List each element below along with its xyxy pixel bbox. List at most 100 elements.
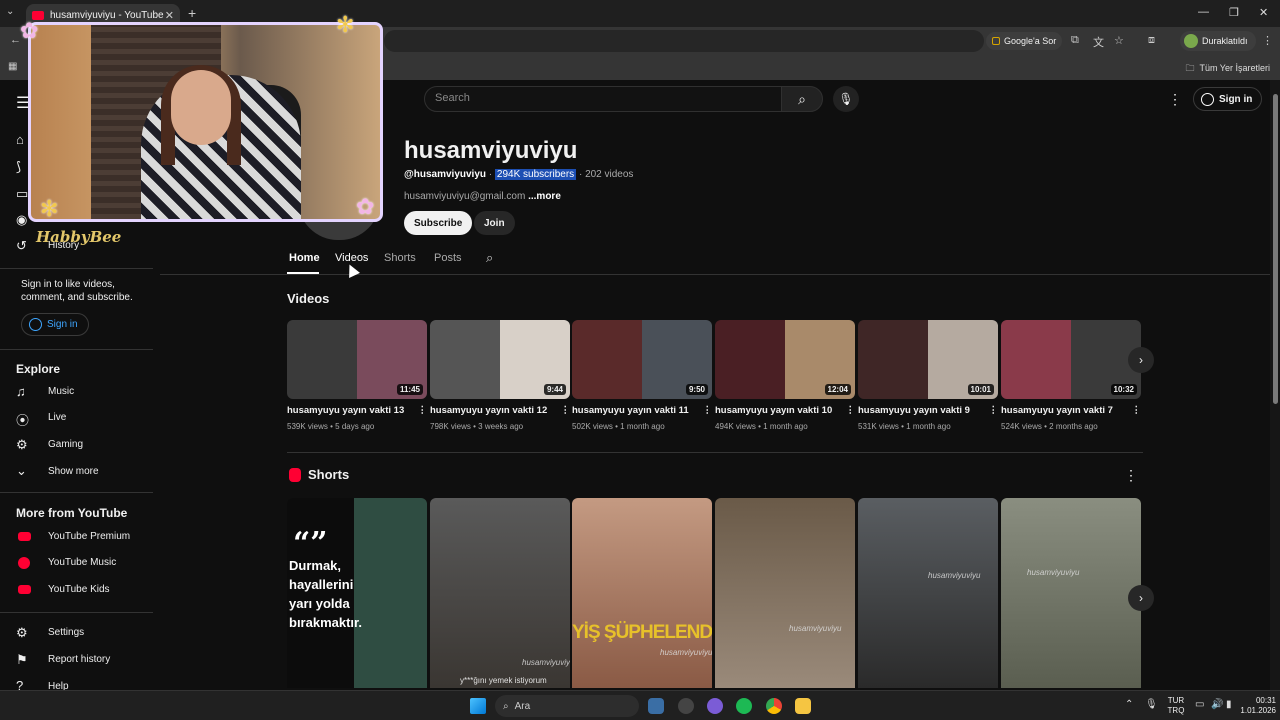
video-card[interactable]: 10:32 husamyuyu yayın vakti 7 ⋮ 524K view…: [1001, 320, 1141, 431]
maximize-button[interactable]: ❐: [1229, 6, 1239, 19]
short-card[interactable]: husamviyuviyu: [715, 498, 855, 688]
ask-google-button[interactable]: Google'a Sor: [986, 32, 1063, 50]
video-thumbnail[interactable]: 10:01: [858, 320, 998, 399]
app-icon[interactable]: [648, 698, 664, 714]
short-card[interactable]: husamviyuviyu: [1001, 498, 1141, 688]
live-icon[interactable]: ⦿: [16, 410, 29, 429]
search-input[interactable]: Search: [424, 86, 782, 112]
video-title[interactable]: husamyuyu yayın vakti 13: [287, 405, 404, 416]
clock[interactable]: 00:31 1.01.2026: [1228, 696, 1276, 716]
file-explorer-icon[interactable]: [795, 698, 811, 714]
video-thumbnail[interactable]: 11:45: [287, 320, 427, 399]
sidebar-item-live[interactable]: Live: [48, 412, 66, 423]
video-card[interactable]: 9:44 husamyuyu yayın vakti 12 ⋮ 798K view…: [430, 320, 570, 431]
scrollbar-thumb[interactable]: [1273, 94, 1278, 404]
omnibox[interactable]: [384, 30, 984, 52]
youtube-music-icon[interactable]: [18, 557, 30, 569]
tab-shorts[interactable]: Shorts: [384, 252, 416, 264]
keyboard-language[interactable]: TUR TRQ: [1166, 696, 1186, 716]
spotify-icon[interactable]: [736, 698, 752, 714]
shorts-menu-icon[interactable]: ⋮: [1124, 467, 1138, 484]
translate-icon[interactable]: 文: [1093, 34, 1104, 50]
taskbar-search[interactable]: ⌕ Ara: [495, 695, 639, 717]
volume-icon[interactable]: 🔊: [1211, 699, 1223, 710]
extensions-icon[interactable]: ⧈: [1148, 34, 1155, 47]
tab-home[interactable]: Home: [289, 252, 320, 264]
app-icon[interactable]: [707, 698, 723, 714]
shorts-section-title[interactable]: Shorts: [308, 467, 349, 482]
tab-close-icon[interactable]: ✕: [165, 9, 174, 22]
short-card[interactable]: husamviyuviyu y***ğını yemek istiyorum: [430, 498, 570, 688]
sign-in-button[interactable]: Sign in: [1193, 87, 1263, 111]
settings-gear-icon[interactable]: ⚙: [16, 625, 28, 641]
video-menu-icon[interactable]: ⋮: [1132, 405, 1142, 416]
video-thumbnail[interactable]: 10:32: [1001, 320, 1141, 399]
minimize-button[interactable]: —: [1198, 6, 1209, 18]
app-icon[interactable]: [678, 698, 694, 714]
video-card[interactable]: 11:45 husamyuyu yayın vakti 13 ⋮ 539K vie…: [287, 320, 427, 431]
video-title[interactable]: husamyuyu yayın vakti 7: [1001, 405, 1113, 416]
chrome-icon[interactable]: [766, 698, 782, 714]
video-menu-icon[interactable]: ⋮: [989, 405, 999, 416]
video-card[interactable]: 10:01 husamyuyu yayın vakti 9 ⋮ 531K view…: [858, 320, 998, 431]
sidebar-item-settings[interactable]: Settings: [48, 627, 84, 638]
home-icon[interactable]: ⌂: [16, 132, 24, 147]
subscriptions-icon[interactable]: ▭: [16, 186, 28, 202]
shorts-icon[interactable]: ⟆: [16, 159, 21, 175]
voice-search-button[interactable]: 🎙: [833, 86, 859, 112]
video-thumbnail[interactable]: 9:50: [572, 320, 712, 399]
flag-icon[interactable]: ⚑: [16, 652, 28, 668]
bookmark-star-icon[interactable]: ☆: [1114, 34, 1124, 47]
gaming-icon[interactable]: ⚙: [16, 437, 28, 453]
short-card[interactable]: “” Durmak, hayallerini yarı yolda bırakm…: [287, 498, 427, 688]
subscribe-button[interactable]: Subscribe: [404, 211, 473, 235]
video-title[interactable]: husamyuyu yayın vakti 10: [715, 405, 832, 416]
sidebar-item-youtube-music[interactable]: YouTube Music: [48, 557, 116, 568]
short-card[interactable]: YİŞ ŞÜPHELENDİ husamviyuviyu: [572, 498, 712, 688]
video-menu-icon[interactable]: ⋮: [703, 405, 713, 416]
apps-grid-icon[interactable]: ▦: [8, 61, 17, 72]
shorts-next-arrow[interactable]: ›: [1128, 585, 1154, 611]
sidebar-item-report-history[interactable]: Report history: [48, 654, 110, 665]
install-icon[interactable]: ⧉: [1071, 34, 1079, 47]
all-bookmarks[interactable]: Tüm Yer İşaretleri: [1185, 61, 1270, 77]
more-link[interactable]: ...more: [528, 191, 561, 202]
display-icon[interactable]: ▭: [1195, 699, 1204, 710]
video-title[interactable]: husamyuyu yayın vakti 11: [572, 405, 689, 416]
sidebar-item-music[interactable]: Music: [48, 386, 74, 397]
microphone-icon[interactable]: 🎙: [1145, 699, 1158, 710]
sidebar-sign-in-button[interactable]: Sign in: [21, 313, 89, 336]
browser-menu-icon[interactable]: ⋮: [1262, 34, 1273, 47]
videos-next-arrow[interactable]: ›: [1128, 347, 1154, 373]
short-card[interactable]: husamviyuviyu: [858, 498, 998, 688]
history-icon[interactable]: ↺: [16, 238, 27, 254]
windows-start-icon[interactable]: [470, 698, 486, 714]
join-button[interactable]: Join: [474, 211, 515, 235]
new-tab-button[interactable]: +: [188, 5, 196, 21]
video-card[interactable]: 12:04 husamyuyu yayın vakti 10 ⋮ 494K vie…: [715, 320, 855, 431]
profile-button[interactable]: Duraklatıldı: [1180, 31, 1256, 51]
chevron-down-icon[interactable]: ⌄: [16, 463, 27, 479]
youtube-kids-icon[interactable]: [18, 585, 31, 594]
channel-search-icon[interactable]: ⌕: [486, 250, 493, 266]
you-icon[interactable]: ◉: [16, 212, 27, 228]
sidebar-item-gaming[interactable]: Gaming: [48, 439, 83, 450]
chevron-up-icon[interactable]: ⌃: [1125, 699, 1133, 710]
video-thumbnail[interactable]: 12:04: [715, 320, 855, 399]
video-menu-icon[interactable]: ⋮: [418, 405, 428, 416]
youtube-premium-icon[interactable]: [18, 532, 31, 541]
settings-kebab-icon[interactable]: ⋮: [1168, 91, 1182, 108]
channel-description[interactable]: husamviyuviyu@gmail.com ...more: [404, 191, 561, 202]
sidebar-item-youtube-premium[interactable]: YouTube Premium: [48, 531, 130, 542]
close-window-button[interactable]: ✕: [1259, 6, 1268, 19]
tab-search-icon[interactable]: ⌄: [6, 6, 14, 17]
video-card[interactable]: 9:50 husamyuyu yayın vakti 11 ⋮ 502K view…: [572, 320, 712, 431]
videos-section-title[interactable]: Videos: [287, 291, 329, 306]
video-menu-icon[interactable]: ⋮: [561, 405, 571, 416]
video-thumbnail[interactable]: 9:44: [430, 320, 570, 399]
sidebar-item-show-more[interactable]: Show more: [48, 466, 99, 477]
search-button[interactable]: ⌕: [781, 86, 823, 112]
tab-posts[interactable]: Posts: [434, 252, 462, 264]
page-scrollbar[interactable]: [1270, 80, 1280, 690]
music-icon[interactable]: ♫: [16, 384, 26, 399]
